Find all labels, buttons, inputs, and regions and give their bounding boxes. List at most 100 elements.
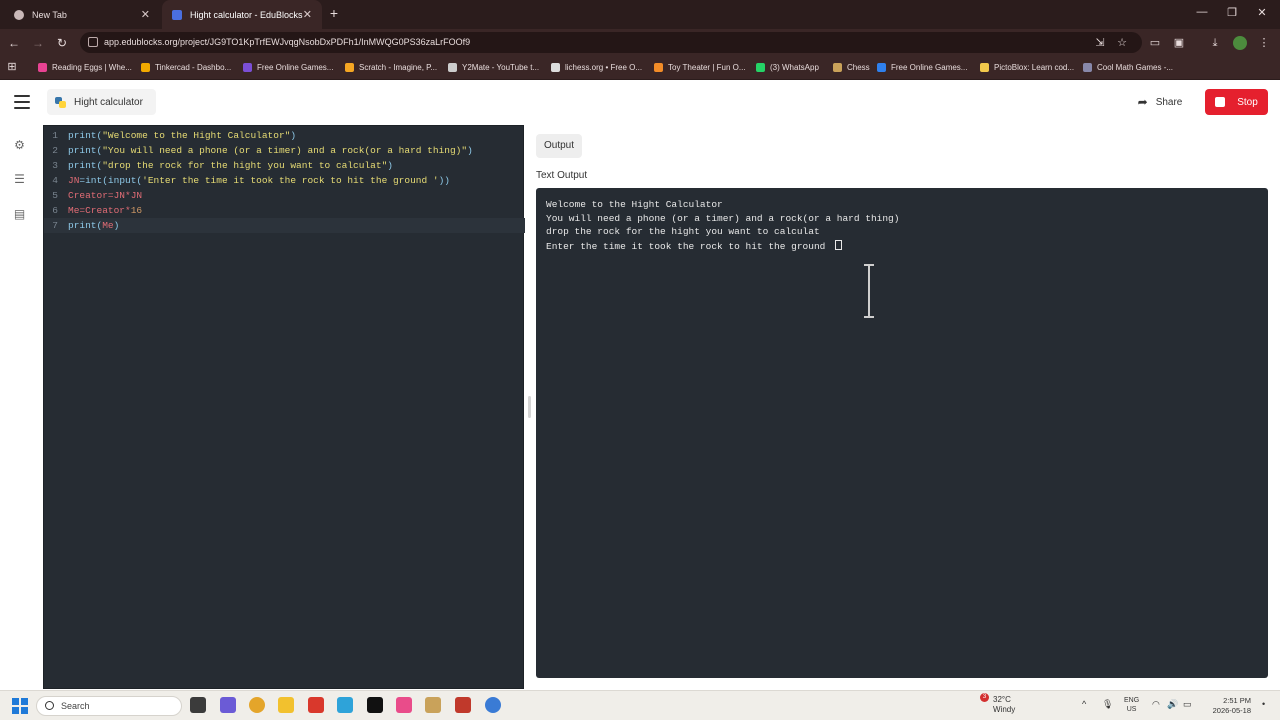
address-bar[interactable]: app.edublocks.org/project/JG9TO1KpTrfEWJ… [80,32,1142,53]
share-button[interactable]: ➦ Share [1126,89,1194,115]
download-icon[interactable]: ⤓ [1208,36,1222,50]
taskbar-search-input[interactable]: Search [36,696,182,716]
code-line[interactable]: 2 print("You will need a phone (or a time… [44,143,525,158]
forward-arrow-icon[interactable]: → [30,35,46,51]
bookmark-item[interactable]: Reading Eggs | Whe... [38,56,132,79]
close-tab-icon[interactable]: ✕ [141,8,150,21]
bookmark-item[interactable]: Cool Math Games -... [1083,56,1173,79]
bookmark-favicon-icon [877,63,886,72]
code-line[interactable]: 4 JN=int(input('Enter the time it took th… [44,173,525,188]
site-info-icon[interactable] [88,37,98,47]
tab-label: New Tab [32,9,67,20]
code-token: ) [113,220,120,231]
battery-icon[interactable]: ▭ [1183,699,1192,710]
checklist-icon[interactable]: ☰ [12,172,27,187]
browser-toolbar: ← → ↻ app.edublocks.org/project/JG9TO1Kp… [0,29,1280,56]
output-text: You will need a phone (or a timer) and a… [546,212,900,224]
pane-splitter-handle[interactable] [528,396,531,418]
roblox-icon[interactable] [367,697,383,713]
output-line: You will need a phone (or a timer) and a… [546,213,899,224]
weather-widget[interactable]: 32°C Windy [993,695,1015,715]
wifi-icon[interactable]: ◠ [1152,699,1160,710]
code-token: "drop the rock for the hight you want to… [102,160,388,171]
chevron-up-icon[interactable]: ^ [1082,699,1086,709]
bookmark-item[interactable]: Free Online Games... [243,56,333,79]
minimize-icon[interactable]: — [1192,6,1212,18]
code-text: Creator=JN*JN [68,188,142,203]
task-view-icon[interactable] [190,697,206,713]
code-line[interactable]: 7 print(Me) [44,218,525,233]
stop-button[interactable]: Stop [1205,89,1268,115]
language-indicator[interactable]: ENG US [1124,696,1139,714]
microphone-icon[interactable]: 🎙 [1102,699,1113,710]
app-icon[interactable] [455,697,471,713]
code-editor[interactable]: 1 print("Welcome to the Hight Calculator"… [43,125,525,689]
tab-hight-calculator[interactable]: Hight calculator - EduBlocks ✕ [162,0,322,29]
bookmark-item[interactable]: (3) WhatsApp [756,56,819,79]
output-line: drop the rock for the hight you want to … [546,226,820,237]
share-arrow-icon: ➦ [1137,95,1148,109]
code-line[interactable]: 5 Creator=JN*JN [44,188,525,203]
close-tab-icon[interactable]: ✕ [303,8,312,21]
bookmark-star-icon[interactable]: ☆ [1115,36,1129,50]
bookmark-favicon-icon [243,63,252,72]
restore-window-icon[interactable]: ❐ [1222,6,1242,19]
taskbar-clock[interactable]: 2:51 PM 2026-05-18 [1207,696,1251,716]
bookmark-favicon-icon [345,63,354,72]
text-cursor-ibeam-icon [864,264,874,318]
tab-new-tab[interactable]: New Tab ✕ [4,0,160,29]
project-name-button[interactable]: Hight calculator [47,89,156,115]
browser-tab-bar: New Tab ✕ Hight calculator - EduBlocks ✕… [0,0,1280,29]
copilot-icon[interactable] [220,697,236,713]
music-icon[interactable] [396,697,412,713]
reload-icon[interactable]: ↻ [54,35,70,51]
kebab-menu-icon[interactable]: ⋮ [1257,36,1271,50]
code-line[interactable]: 3 print("drop the rock for the hight you … [44,158,525,173]
bookmark-item[interactable]: Free Online Games... [877,56,967,79]
cast-icon[interactable]: ▭ [1148,36,1162,50]
line-number: 7 [52,220,58,231]
tab-output[interactable]: Output [536,134,582,158]
code-text: Me=Creator*16 [68,203,142,218]
volume-icon[interactable]: 🔊 [1167,699,1178,710]
new-tab-plus-icon[interactable]: + [327,6,341,20]
hamburger-menu-icon[interactable] [14,95,30,109]
bookmark-item[interactable]: PictoBlox: Learn cod... [980,56,1074,79]
close-window-icon[interactable]: ✕ [1252,6,1272,19]
code-text: print(Me) [68,218,119,233]
notification-bell-icon[interactable]: • [1262,699,1265,709]
settings-gear-icon[interactable]: ⚙ [12,138,27,153]
code-token: Creator=JN*JN [68,190,143,201]
output-text: Enter the time it took the rock to hit t… [546,240,832,252]
bookmark-item[interactable]: Y2Mate - YouTube t... [448,56,539,79]
install-app-icon[interactable]: ⇲ [1093,36,1107,50]
weather-badge: 3 [980,693,989,702]
game-icon[interactable] [425,697,441,713]
package-icon[interactable]: ▤ [12,207,27,222]
bookmark-item[interactable]: Tinkercad - Dashbo... [141,56,231,79]
windows-start-icon[interactable] [12,698,28,714]
chrome-icon[interactable] [249,697,265,713]
bookmark-item[interactable]: Toy Theater | Fun O... [654,56,746,79]
file-explorer-icon[interactable] [278,697,294,713]
bookmark-item[interactable]: Chess [833,56,870,79]
tab-search-icon[interactable]: ▣ [1172,36,1186,50]
code-line[interactable]: 1 print("Welcome to the Hight Calculator"… [44,128,525,143]
url-text: app.edublocks.org/project/JG9TO1KpTrfEWJ… [104,37,471,47]
text-output-terminal[interactable]: Welcome to the Hight Calculator You will … [536,188,1268,678]
apps-grid-icon[interactable]: ⊞ [5,60,19,74]
app-icon[interactable] [308,697,324,713]
code-token: )) [438,175,450,186]
app-icon[interactable] [337,697,353,713]
code-token: JN [68,175,80,186]
back-arrow-icon[interactable]: ← [6,35,22,51]
profile-avatar-icon[interactable] [1233,36,1247,50]
code-line[interactable]: 6 Me=Creator*16 [44,203,525,218]
code-token: print( [68,160,103,171]
bookmark-favicon-icon [551,63,560,72]
bookmark-item[interactable]: Scratch - Imagine, P... [345,56,437,79]
code-token: ) [387,160,393,171]
bookmark-item[interactable]: lichess.org • Free O... [551,56,642,79]
input-cursor[interactable] [835,239,843,250]
chrome-active-icon[interactable] [485,697,501,713]
